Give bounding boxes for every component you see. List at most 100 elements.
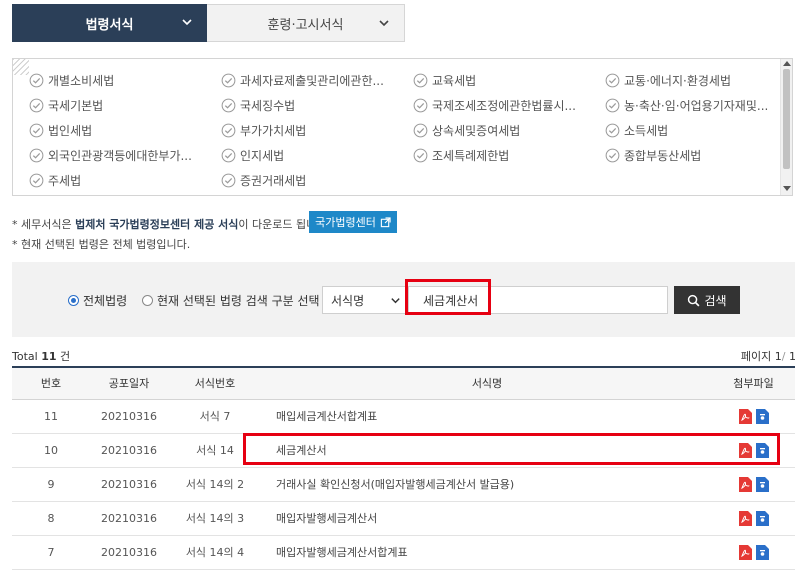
table-row[interactable]: 11 20210316 서식 7 매입세금계산서합계표 [12, 399, 795, 434]
tab-directive-forms[interactable]: 훈령·고시서식 [207, 4, 405, 42]
header-form-no: 서식번호 [168, 366, 262, 400]
radio-all-laws-label: 전체법령 [83, 294, 128, 308]
law-checkbox-item[interactable]: 주세법 [29, 171, 221, 190]
cell-form-name[interactable]: 매입자발행세금계산서 [262, 501, 712, 536]
tab-law-forms-label: 법령서식 [85, 17, 134, 33]
cell-date: 20210316 [90, 433, 168, 468]
scroll-up-icon[interactable] [783, 61, 791, 66]
tab-law-forms[interactable]: 법령서식 [12, 4, 207, 42]
cell-no: 10 [12, 433, 90, 468]
pdf-file-icon[interactable] [738, 544, 752, 560]
page-indicator: 페이지 1/ 1 [741, 348, 796, 364]
law-checkbox-item[interactable]: 조세특례제한법 [413, 146, 605, 165]
search-type-value: 서식명 [331, 293, 365, 308]
notice-download: * 세무서식은 법제처 국가법령정보센터 제공 서식이 다운로드 됩니다. [12, 216, 330, 232]
header-attachments: 첨부파일 [712, 366, 795, 400]
circle-check-icon [605, 148, 620, 163]
law-checkbox-item[interactable]: 국세징수법 [221, 96, 413, 115]
law-checkbox-item[interactable]: 교통·에너지·환경세법 [605, 71, 779, 90]
law-name: 국제조세조정에관한법률시... [432, 99, 576, 113]
cell-no: 9 [12, 467, 90, 502]
results-table: 번호 공포일자 서식번호 서식명 첨부파일 11 20210316 서식 7 매입세금… [12, 366, 795, 570]
page-separator: / [781, 350, 786, 363]
law-checkbox-item[interactable]: 증권거래세법 [221, 171, 413, 190]
hwp-file-icon[interactable] [755, 476, 769, 492]
circle-check-icon [413, 98, 428, 113]
cell-attachments [712, 467, 795, 502]
law-checkbox-item[interactable]: 인지세법 [221, 146, 413, 165]
cell-form-no: 서식 14의 3 [168, 501, 262, 536]
page-total: 1 [789, 350, 796, 363]
cell-form-name[interactable]: 매입세금계산서합계표 [262, 399, 712, 434]
law-checkbox-item[interactable]: 소득세법 [605, 121, 779, 140]
hwp-file-icon[interactable] [755, 408, 769, 424]
law-name: 주세법 [48, 174, 82, 188]
law-checkbox-item[interactable]: 교육세법 [413, 71, 605, 90]
law-checkbox-item[interactable]: 국제조세조정에관한법률시... [413, 96, 605, 115]
radio-selected-law[interactable]: 현재 선택된 법령 검색 구분 선택 [142, 292, 320, 309]
cell-no: 8 [12, 501, 90, 536]
total-label: Total [12, 350, 38, 363]
results-body: 11 20210316 서식 7 매입세금계산서합계표 10 20210316 서식 14 세… [12, 399, 795, 570]
circle-check-icon [605, 98, 620, 113]
circle-check-icon [29, 173, 44, 188]
circle-check-icon [413, 73, 428, 88]
circle-check-icon [221, 173, 236, 188]
pdf-file-icon[interactable] [738, 408, 752, 424]
law-checkbox-item[interactable]: 법인세법 [29, 121, 221, 140]
chevron-down-icon [379, 20, 389, 27]
pdf-file-icon[interactable] [738, 476, 752, 492]
radio-dot-icon [68, 295, 79, 306]
hwp-file-icon[interactable] [755, 544, 769, 560]
header-form-name: 서식명 [262, 366, 712, 400]
law-checkbox-item[interactable]: 외국인관광객등에대한부가... [29, 146, 221, 165]
law-center-button[interactable]: 국가법령센터 [309, 211, 397, 233]
radio-selected-law-label: 현재 선택된 법령 검색 구분 선택 [157, 294, 320, 308]
notice-selected-law: * 현재 선택된 법령은 전체 법령입니다. [12, 238, 191, 251]
cell-no: 7 [12, 535, 90, 570]
law-checkbox-item[interactable]: 농·축산·임·어업용기자재및... [605, 96, 779, 115]
hwp-file-icon[interactable] [755, 510, 769, 526]
law-checkbox-item[interactable]: 부가가치세법 [221, 121, 413, 140]
corner-pattern [13, 59, 29, 75]
law-name: 교통·에너지·환경세법 [624, 74, 731, 88]
law-name: 농·축산·임·어업용기자재및... [624, 99, 769, 113]
page-current: 1 [774, 350, 782, 363]
scroll-thumb[interactable] [783, 69, 790, 169]
law-checkbox-item[interactable]: 상속세및증여세법 [413, 121, 605, 140]
highlight-box-result-row [243, 433, 780, 465]
pdf-file-icon[interactable] [738, 510, 752, 526]
circle-check-icon [221, 123, 236, 138]
law-list-panel: 개별소비세법 과세자료제출및관리에관한... 교육세법 교통·에너지·환경세법국세기본… [12, 58, 793, 196]
circle-check-icon [29, 98, 44, 113]
table-row[interactable]: 8 20210316 서식 14의 3 매입자발행세금계산서 [12, 501, 795, 536]
law-name: 조세특례제한법 [432, 149, 510, 163]
cell-form-no: 서식 7 [168, 399, 262, 434]
chevron-down-icon [391, 298, 400, 304]
table-row[interactable]: 7 20210316 서식 14의 4 매입자발행세금계산서합계표 [12, 535, 795, 570]
law-name: 소득세법 [624, 124, 669, 138]
law-name: 국세기본법 [48, 99, 104, 113]
cell-form-name[interactable]: 거래사실 확인신청서(매입자발행세금계산서 발급용) [262, 467, 712, 502]
law-checkbox-item[interactable]: 국세기본법 [29, 96, 221, 115]
search-button[interactable]: 검색 [674, 286, 740, 314]
law-list-scrollbar[interactable] [780, 59, 792, 195]
radio-all-laws[interactable]: 전체법령 [68, 292, 127, 309]
law-checkbox-item[interactable]: 종합부동산세법 [605, 146, 779, 165]
law-checkbox-item[interactable]: 개별소비세법 [29, 71, 221, 90]
scroll-down-icon[interactable] [783, 186, 791, 191]
search-type-select[interactable]: 서식명 [322, 286, 410, 314]
total-unit: 건 [60, 350, 71, 363]
table-header-row: 번호 공포일자 서식번호 서식명 첨부파일 [12, 366, 795, 400]
law-name: 부가가치세법 [240, 124, 307, 138]
law-name: 법인세법 [48, 124, 93, 138]
law-name: 국세징수법 [240, 99, 296, 113]
table-row[interactable]: 9 20210316 서식 14의 2 거래사실 확인신청서(매입자발행세금계산서 발… [12, 467, 795, 502]
cell-form-name[interactable]: 매입자발행세금계산서합계표 [262, 535, 712, 570]
law-name: 종합부동산세법 [624, 149, 702, 163]
total-number: 11 [41, 350, 57, 363]
notice-prefix: * 세무서식은 [12, 218, 76, 231]
highlight-box-search-term [405, 279, 491, 315]
law-checkbox-item[interactable]: 과세자료제출및관리에관한... [221, 71, 413, 90]
law-name: 과세자료제출및관리에관한... [240, 74, 384, 88]
